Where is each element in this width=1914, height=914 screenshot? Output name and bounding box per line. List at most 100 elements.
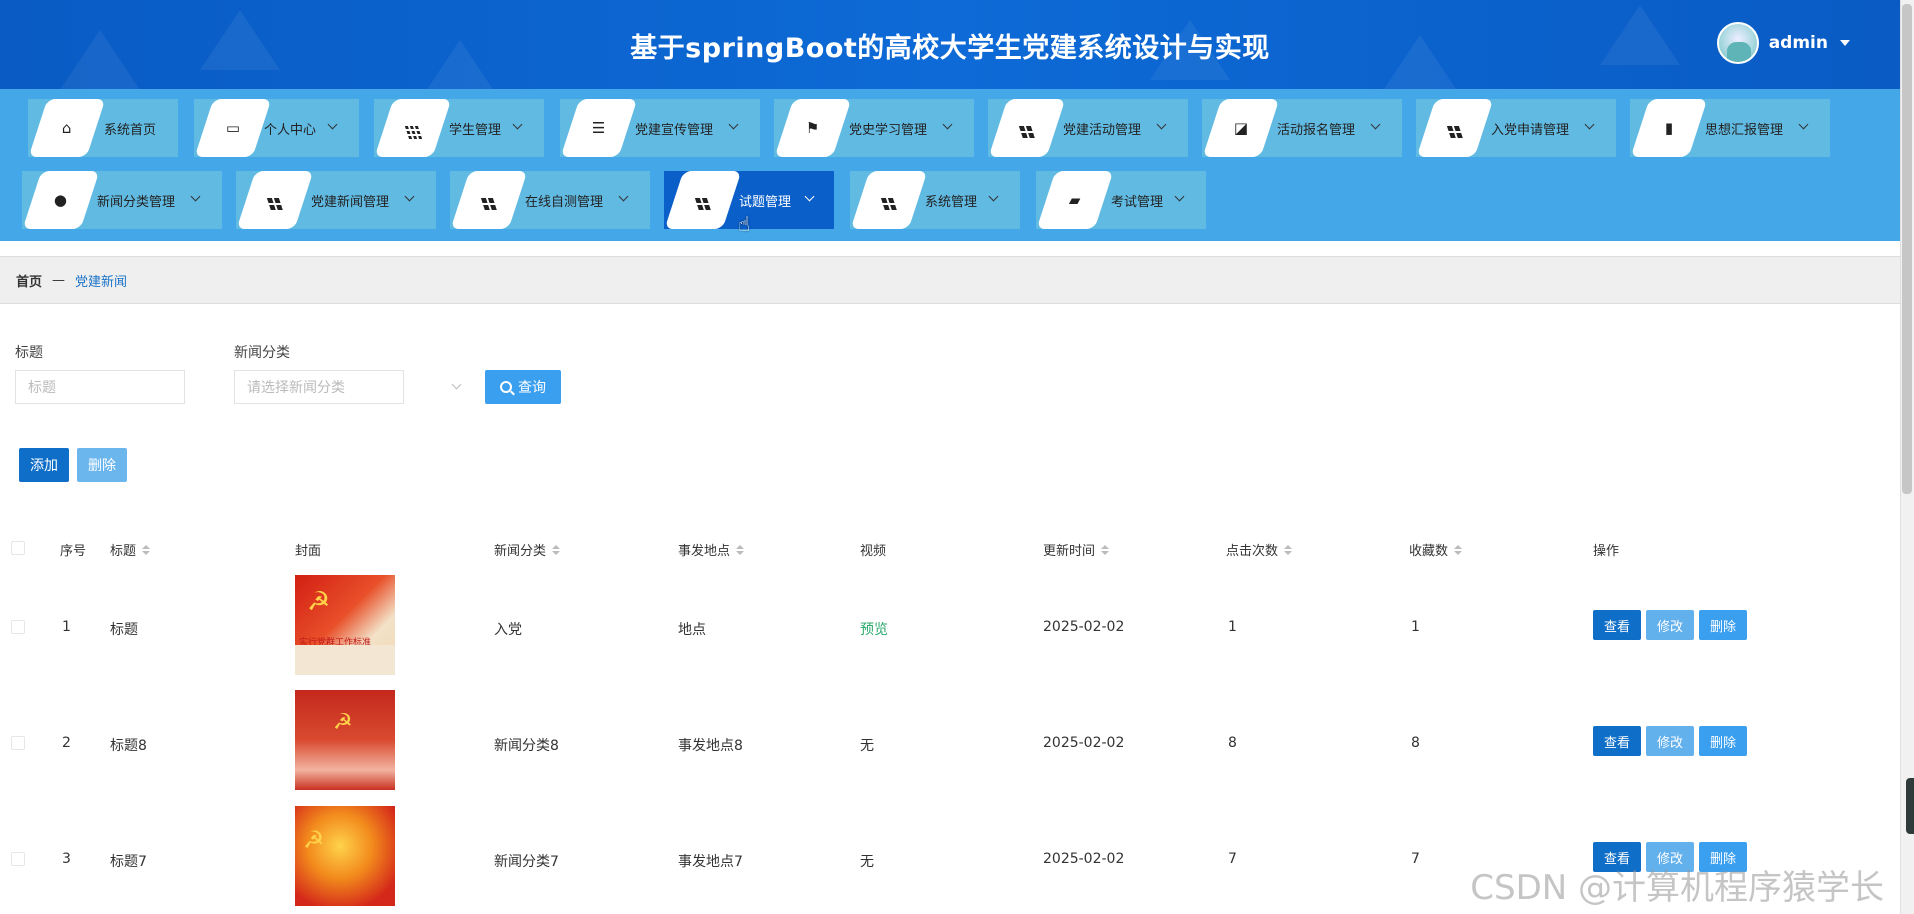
nav-item-reports[interactable]: ▮ 思想汇报管理 [1630,99,1830,157]
nav-item-label: 党建新闻管理 [311,195,390,210]
row-updated: 2025-02-02 [1043,619,1125,635]
column-header-label: 收藏数 [1409,544,1449,559]
bulb-icon: ● [54,190,68,209]
row-title: 标题8 [110,738,147,754]
grid-four-icon [881,191,897,210]
column-header-clicks[interactable]: 点击次数 [1226,540,1293,559]
video-preview-link[interactable]: 预览 [860,619,888,639]
column-header-favorites[interactable]: 收藏数 [1409,540,1463,559]
column-header-label: 封面 [295,544,322,559]
row-location: 地点 [678,622,706,638]
nav-item-propaganda[interactable]: ☰ 党建宣传管理 [560,99,760,157]
category-select[interactable]: 请选择新闻分类 [234,370,404,404]
ticket-icon: ▰ [1069,190,1081,209]
column-header-updated[interactable]: 更新时间 [1043,540,1110,559]
column-header-label: 视频 [860,544,887,559]
row-checkbox[interactable] [11,852,25,866]
nav-item-news-category[interactable]: ● 新闻分类管理 [22,171,222,229]
sort-icon[interactable] [1101,544,1110,555]
title-search-input[interactable]: 标题 [15,370,185,404]
breadcrumb-current: 党建新闻 [75,274,128,290]
sort-icon[interactable] [142,544,151,555]
grid-four-icon [481,191,497,210]
row-delete-button[interactable]: 删除 [1699,610,1747,640]
nav-item-activities[interactable]: 党建活动管理 [988,99,1188,157]
wallet-icon: ▭ [225,118,241,137]
row-favorites: 1 [1411,619,1420,635]
nav-item-news[interactable]: 党建新闻管理 [236,171,436,229]
grid-four-icon [267,191,283,210]
sort-icon[interactable] [552,544,561,555]
nav-item-home[interactable]: ⌂ 系统首页 [28,99,178,157]
nav-item-label: 在线自测管理 [525,195,604,210]
nav-item-self-test[interactable]: 在线自测管理 [450,171,650,229]
row-index: 2 [62,735,71,751]
nav-item-label: 党建活动管理 [1063,123,1142,138]
chevron-down-icon [1798,119,1809,130]
cover-image: ☭ [295,806,395,906]
party-emblem-icon: ☭ [333,710,353,735]
grid-four-icon [1019,119,1035,138]
sort-icon[interactable] [736,544,745,555]
system-title: 基于springBoot的高校大学生党建系统设计与实现 [630,33,1270,64]
nav-item-system[interactable]: 系统管理 [850,171,1020,229]
column-header-category[interactable]: 新闻分类 [494,540,561,559]
row-clicks: 8 [1228,735,1237,751]
row-video: 无 [860,738,874,754]
nav-item-label: 入党申请管理 [1491,123,1570,138]
chevron-down-icon [1174,191,1185,202]
nav-item-label: 党建宣传管理 [635,123,714,138]
view-button[interactable]: 查看 [1593,726,1641,756]
chevron-down-icon [1156,119,1167,130]
column-header-location[interactable]: 事发地点 [678,540,745,559]
category-filter-label: 新闻分类 [234,345,290,361]
vertical-scrollbar[interactable] [1900,0,1914,914]
row-favorites: 8 [1411,735,1420,751]
select-all-checkbox[interactable] [11,541,25,555]
user-menu[interactable]: admin [1716,22,1850,64]
row-delete-button[interactable]: 删除 [1699,726,1747,756]
header-bar: 基于springBoot的高校大学生党建系统设计与实现 admin [0,0,1900,89]
main-nav: ⌂ 系统首页 ▭ 个人中心 学生管理 ☰ 党建宣传管理 ⚑ 党史学习管理 党建活… [0,89,1900,241]
column-header-title[interactable]: 标题 [110,540,151,559]
edit-button[interactable]: 修改 [1646,726,1694,756]
column-header-label: 操作 [1593,544,1620,559]
view-button[interactable]: 查看 [1593,610,1641,640]
row-checkbox[interactable] [11,736,25,750]
nav-item-label: 系统首页 [104,123,157,138]
add-button[interactable]: 添加 [19,448,69,482]
nav-item-label: 试题管理 [739,195,792,210]
flag-icon: ⚑ [806,118,820,137]
column-header-video: 视频 [860,540,886,559]
chevron-down-icon [404,191,415,202]
chevron-down-icon [512,119,523,130]
sort-icon[interactable] [1284,544,1293,555]
cover-image: ☭ 实行党群工作标准 [295,575,395,675]
breadcrumb-home[interactable]: 首页 [16,271,42,290]
nav-item-profile[interactable]: ▭ 个人中心 [194,99,359,157]
side-widget-handle[interactable] [1906,778,1914,834]
edit-button[interactable]: 修改 [1646,610,1694,640]
nav-item-registration[interactable]: ◪ 活动报名管理 [1202,99,1402,157]
delete-button[interactable]: 删除 [77,448,127,482]
nav-item-exams[interactable]: ▰ 考试管理 [1036,171,1206,229]
row-location: 事发地点8 [678,738,743,754]
chevron-down-icon [804,191,815,202]
row-checkbox[interactable] [11,620,25,634]
chevron-down-icon [1840,40,1850,46]
chevron-down-icon [451,379,462,390]
bar-chart-icon: ▮ [1664,118,1674,137]
nav-item-application[interactable]: 入党申请管理 [1416,99,1616,157]
query-button[interactable]: 查询 [485,370,561,404]
scrollbar-thumb[interactable] [1902,4,1912,494]
chevron-down-icon [1370,119,1381,130]
cover-image: ☭ [295,690,395,790]
home-icon: ⌂ [62,118,72,137]
chevron-down-icon [728,119,739,130]
row-video: 无 [860,854,874,870]
nav-item-history[interactable]: ⚑ 党史学习管理 [774,99,974,157]
nav-item-students[interactable]: 学生管理 [374,99,544,157]
sort-icon[interactable] [1454,544,1463,555]
avatar[interactable] [1716,22,1759,64]
watermark: CSDN @计算机程序猿学长 [1470,868,1884,908]
